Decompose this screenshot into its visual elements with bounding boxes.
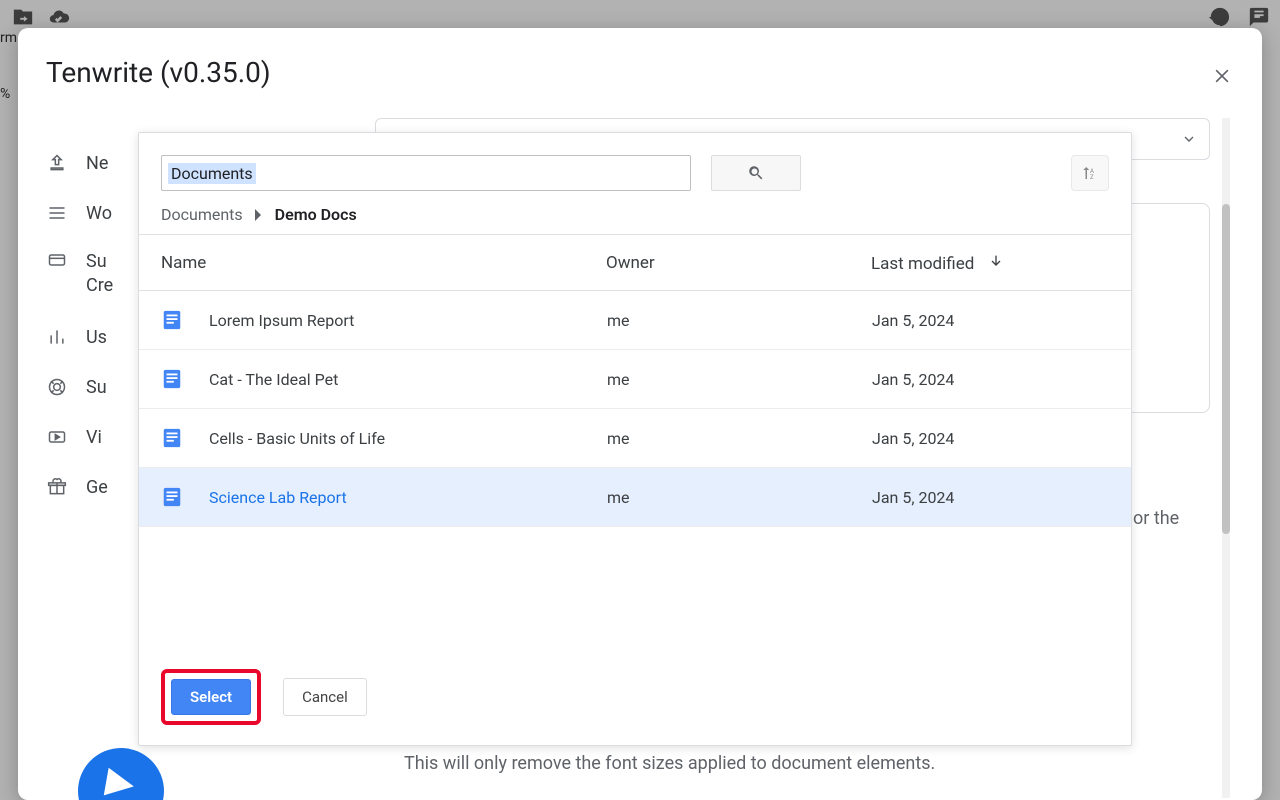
fab-send[interactable] bbox=[78, 748, 164, 800]
history-icon bbox=[1208, 6, 1230, 28]
google-doc-icon bbox=[161, 307, 183, 333]
col-header-name[interactable]: Name bbox=[161, 253, 606, 274]
upload-icon bbox=[47, 153, 67, 173]
card-icon bbox=[47, 250, 67, 270]
cancel-button[interactable]: Cancel bbox=[283, 678, 367, 716]
search-icon bbox=[747, 164, 765, 182]
file-name: Science Lab Report bbox=[209, 488, 607, 507]
sidebar-label: Us bbox=[86, 327, 107, 348]
close-icon bbox=[1212, 66, 1232, 86]
file-row[interactable]: Lorem Ipsum ReportmeJan 5, 2024 bbox=[139, 291, 1131, 350]
file-row[interactable]: Cells - Basic Units of LifemeJan 5, 2024 bbox=[139, 409, 1131, 468]
comment-icon bbox=[1248, 6, 1270, 28]
chevron-right-icon bbox=[255, 209, 263, 221]
file-name: Cat - The Ideal Pet bbox=[209, 370, 607, 389]
bg-note-text: This will only remove the font sizes app… bbox=[404, 753, 935, 774]
close-button[interactable] bbox=[1208, 62, 1236, 90]
google-doc-icon bbox=[161, 366, 183, 392]
search-button[interactable] bbox=[711, 155, 801, 191]
file-name: Lorem Ipsum Report bbox=[209, 311, 607, 330]
file-owner: me bbox=[607, 429, 872, 448]
cloud-check-icon bbox=[48, 6, 70, 28]
video-icon bbox=[47, 427, 67, 447]
chevron-down-icon bbox=[1181, 131, 1197, 147]
search-value: Documents bbox=[168, 163, 256, 184]
file-modified: Jan 5, 2024 bbox=[872, 488, 1109, 507]
sidebar-label: Su bbox=[86, 250, 113, 274]
file-name: Cells - Basic Units of Life bbox=[209, 429, 607, 448]
breadcrumb-root[interactable]: Documents bbox=[161, 205, 243, 224]
sidebar-label: Su bbox=[86, 377, 107, 398]
folder-move-icon bbox=[12, 6, 34, 28]
breadcrumb-current: Demo Docs bbox=[275, 205, 357, 224]
sort-az-icon: AZ bbox=[1081, 164, 1099, 182]
modal-title: Tenwrite (v0.35.0) bbox=[46, 56, 271, 89]
file-list: Lorem Ipsum ReportmeJan 5, 2024Cat - The… bbox=[139, 291, 1131, 527]
file-owner: me bbox=[607, 488, 872, 507]
sidebar-label: Vi bbox=[86, 427, 102, 448]
col-header-modified[interactable]: Last modified bbox=[871, 253, 1109, 274]
sidebar-label: Ge bbox=[86, 477, 108, 498]
file-owner: me bbox=[607, 311, 872, 330]
modal-scrollbar[interactable] bbox=[1222, 118, 1230, 798]
google-doc-icon bbox=[161, 425, 183, 451]
extension-modal: Tenwrite (v0.35.0) Ne Wo Su Cre Us Su bbox=[18, 28, 1262, 800]
sidebar-label: Ne bbox=[86, 153, 108, 174]
file-modified: Jan 5, 2024 bbox=[872, 311, 1109, 330]
sidebar-label: Cre bbox=[86, 274, 113, 298]
menu-icon bbox=[47, 203, 67, 223]
table-header: Name Owner Last modified bbox=[139, 235, 1131, 291]
breadcrumb: Documents Demo Docs bbox=[139, 191, 1131, 234]
col-header-owner[interactable]: Owner bbox=[606, 253, 871, 274]
modal-scrollbar-thumb[interactable] bbox=[1222, 204, 1230, 534]
bg-text-rm: rm bbox=[0, 30, 17, 46]
arrow-down-icon bbox=[988, 253, 1004, 269]
sidebar-label: Wo bbox=[86, 203, 112, 224]
gift-icon bbox=[47, 477, 67, 497]
select-button[interactable]: Select bbox=[171, 679, 251, 715]
bg-text-pct: % bbox=[0, 86, 10, 102]
google-doc-icon bbox=[161, 484, 183, 510]
file-modified: Jan 5, 2024 bbox=[872, 429, 1109, 448]
bar-chart-icon bbox=[47, 327, 67, 347]
col-header-modified-label: Last modified bbox=[871, 254, 974, 274]
file-owner: me bbox=[607, 370, 872, 389]
file-row[interactable]: Science Lab ReportmeJan 5, 2024 bbox=[139, 468, 1131, 527]
svg-text:Z: Z bbox=[1090, 174, 1094, 181]
bg-text-or-the: or the bbox=[1133, 508, 1179, 529]
callout-highlight: Select bbox=[161, 669, 261, 725]
file-row[interactable]: Cat - The Ideal PetmeJan 5, 2024 bbox=[139, 350, 1131, 409]
lifebuoy-icon bbox=[47, 377, 67, 397]
sort-az-button[interactable]: AZ bbox=[1071, 155, 1109, 191]
file-picker: Documents AZ Documents Demo Docs Name Ow… bbox=[138, 132, 1132, 746]
file-modified: Jan 5, 2024 bbox=[872, 370, 1109, 389]
search-input[interactable]: Documents bbox=[161, 155, 691, 191]
